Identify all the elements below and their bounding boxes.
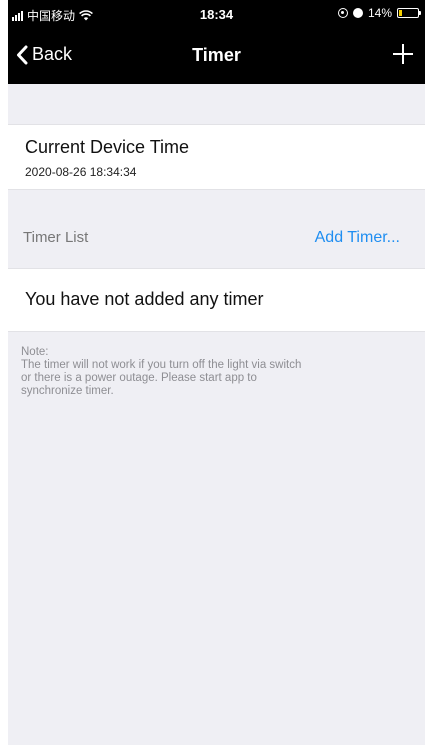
page-title: Timer — [192, 45, 241, 65]
nav-bar: Back Timer — [8, 30, 425, 84]
plus-icon[interactable] — [391, 42, 415, 66]
battery-icon — [397, 8, 421, 18]
device-time-label: Current Device Time — [25, 137, 190, 157]
app-screen: 中国移动 18:34 14% Back Timer Current Device… — [8, 0, 425, 745]
phone-screen: 中国移动 18:34 14% Back Timer Current Device… — [0, 0, 425, 751]
battery-level — [399, 10, 402, 16]
location-icon — [337, 8, 348, 18]
add-timer-link[interactable]: Add Timer... — [315, 229, 400, 247]
note-title: Note: — [21, 346, 49, 358]
status-bar: 中国移动 18:34 14% — [8, 0, 425, 30]
status-right: 14% — [337, 6, 421, 20]
note-line: synchronize timer. — [21, 385, 114, 397]
device-time-value: 2020-08-26 18:34:34 — [25, 165, 137, 179]
note-line: or there is a power outage. Please start… — [21, 372, 257, 384]
device-time-section: Current Device Time 2020-08-26 18:34:34 — [8, 124, 425, 190]
battery-percent: 14% — [367, 6, 392, 20]
empty-timer-message: You have not added any timer — [25, 289, 264, 309]
timer-list-header: Timer List Add Timer... — [8, 207, 425, 265]
note: Note: The timer will not work if you tur… — [21, 346, 396, 398]
timer-list-label: Timer List — [23, 229, 89, 246]
timer-list-empty: You have not added any timer — [8, 268, 425, 332]
alarm-icon — [352, 8, 363, 18]
note-line: The timer will not work if you turn off … — [21, 359, 302, 371]
